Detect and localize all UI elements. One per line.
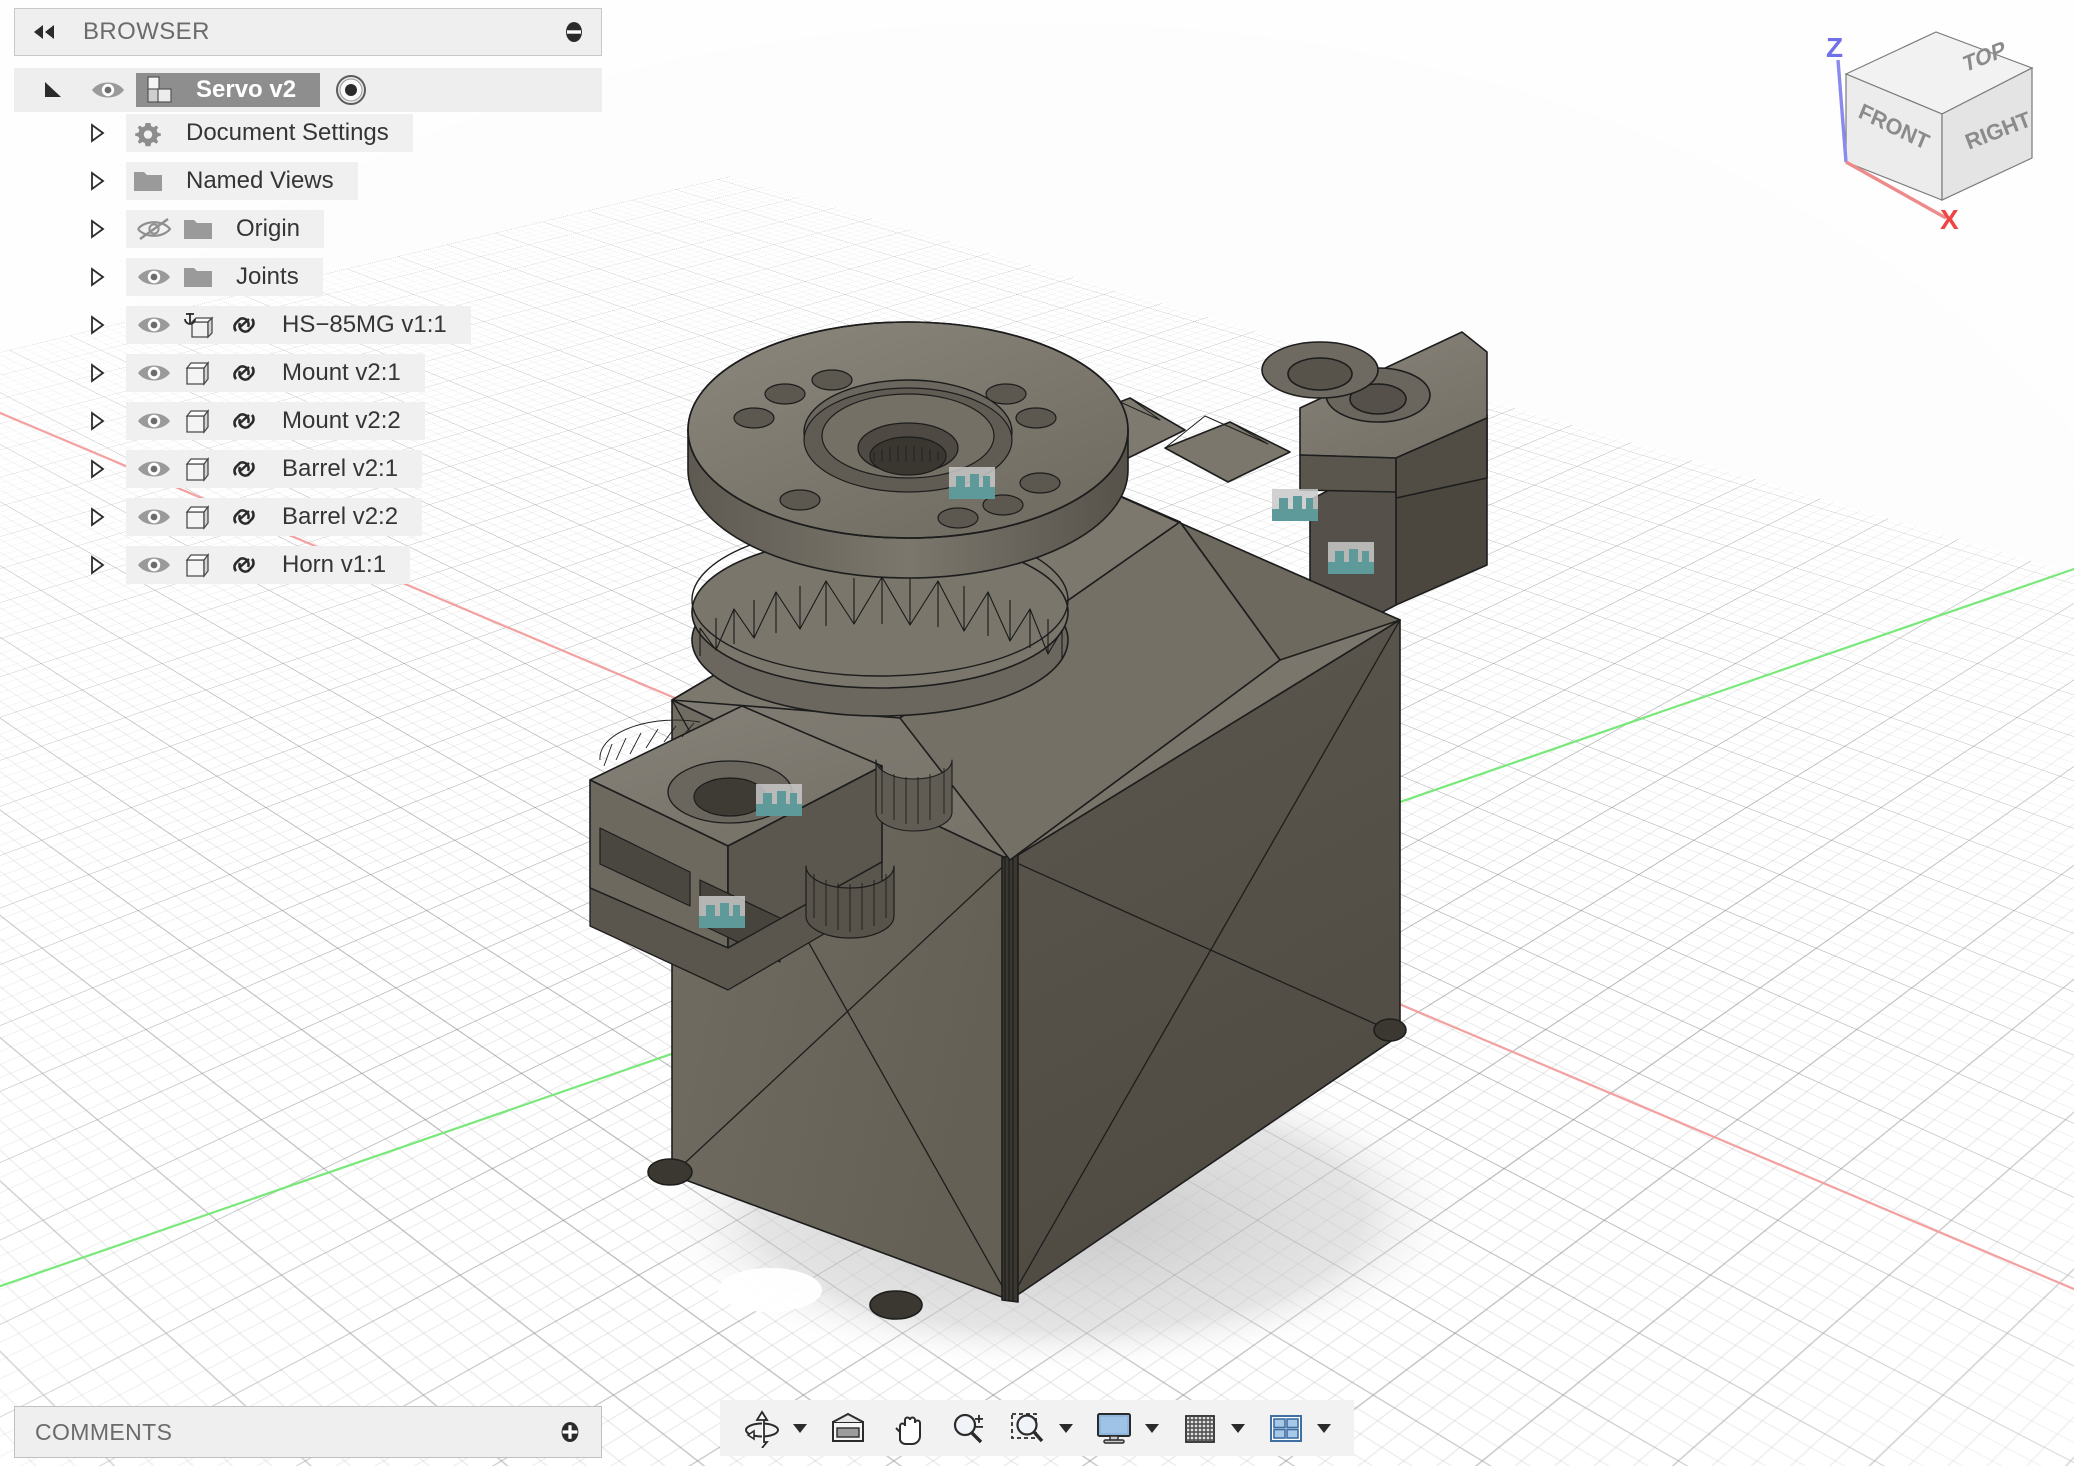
tree-item-barrel-v2-1[interactable]: Barrel v2:1 xyxy=(14,448,602,490)
component-icon xyxy=(185,409,210,434)
chevron-down-icon[interactable] xyxy=(790,1418,810,1438)
collapsed-triangle-icon[interactable] xyxy=(86,506,108,528)
assembly-icon xyxy=(147,76,172,103)
zoom-icon[interactable] xyxy=(946,1408,990,1448)
tree-item-named-views[interactable]: Named Views xyxy=(14,160,602,202)
tree-item-joints[interactable]: Joints xyxy=(14,256,602,298)
activated-radio-icon[interactable] xyxy=(334,73,368,107)
view-cube[interactable]: TOP FRONT RIGHT Z X xyxy=(1824,22,2054,237)
eye-hidden-icon[interactable] xyxy=(136,216,172,242)
eye-visible-icon[interactable] xyxy=(136,360,172,386)
display-settings-icon[interactable] xyxy=(1092,1408,1136,1448)
comments-panel[interactable]: COMMENTS xyxy=(14,1406,602,1458)
link-icon xyxy=(233,461,255,477)
link-icon xyxy=(233,557,255,573)
zoom-window-icon[interactable] xyxy=(1006,1408,1050,1448)
nav-zoom[interactable] xyxy=(940,1400,996,1456)
root-label: Servo v2 xyxy=(196,76,297,103)
tree-item-label: Barrel v2:2 xyxy=(282,503,399,530)
eye-visible-icon[interactable] xyxy=(136,552,172,578)
eye-visible-icon[interactable] xyxy=(90,77,126,103)
tree-item-label: Mount v2:1 xyxy=(282,359,401,386)
nav-pan[interactable] xyxy=(880,1400,936,1456)
tree-item-label: Named Views xyxy=(186,167,334,194)
chevron-down-icon[interactable] xyxy=(1142,1418,1162,1438)
folder-icon xyxy=(184,220,212,239)
tree-item-horn-v1-1[interactable]: Horn v1:1 xyxy=(14,544,602,586)
browser-tree[interactable]: Servo v2 Document Settings Named Views O… xyxy=(14,68,602,586)
collapsed-triangle-icon[interactable] xyxy=(86,362,108,384)
collapsed-triangle-icon[interactable] xyxy=(86,554,108,576)
eye-visible-icon[interactable] xyxy=(136,456,172,482)
chevron-down-icon[interactable] xyxy=(1228,1418,1248,1438)
collapsed-triangle-icon[interactable] xyxy=(86,218,108,240)
tree-item-label: Origin xyxy=(236,215,301,242)
tree-item-label: Barrel v2:1 xyxy=(282,455,399,482)
browser-title: BROWSER xyxy=(83,18,210,45)
eye-visible-icon[interactable] xyxy=(136,312,172,338)
link-icon xyxy=(233,413,255,429)
viewports-icon[interactable] xyxy=(1264,1408,1308,1448)
pan-icon[interactable] xyxy=(886,1408,930,1448)
tree-item-mount-v2-2[interactable]: Mount v2:2 xyxy=(14,400,602,442)
view-cube-z-axis xyxy=(1836,59,1848,163)
collapsed-triangle-icon[interactable] xyxy=(86,266,108,288)
link-icon xyxy=(233,365,255,381)
grid-snap-icon[interactable] xyxy=(1178,1408,1222,1448)
component-icon xyxy=(185,361,210,386)
gear-icon xyxy=(135,123,161,147)
collapsed-triangle-icon[interactable] xyxy=(86,314,108,336)
collapsed-triangle-icon[interactable] xyxy=(86,170,108,192)
folder-icon xyxy=(134,172,162,191)
tree-item-label: Mount v2:2 xyxy=(282,407,401,434)
eye-visible-icon[interactable] xyxy=(136,264,172,290)
double-left-arrow-icon[interactable] xyxy=(31,24,57,40)
expanded-triangle-icon[interactable] xyxy=(42,79,64,101)
folder-icon xyxy=(184,268,212,287)
nav-display-settings[interactable] xyxy=(1086,1400,1168,1456)
nav-look-at[interactable] xyxy=(820,1400,876,1456)
tree-item-mount-v2-1[interactable]: Mount v2:1 xyxy=(14,352,602,394)
nav-grid-snaps[interactable] xyxy=(1172,1400,1254,1456)
tree-item-label: Joints xyxy=(236,263,299,290)
link-icon xyxy=(233,509,255,525)
tree-item-label: Document Settings xyxy=(186,119,389,146)
view-cube-z-label: Z xyxy=(1826,32,1844,63)
tree-item-label: HS−85MG v1:1 xyxy=(282,311,447,338)
minimize-icon[interactable] xyxy=(563,21,585,43)
navigation-toolbar[interactable] xyxy=(720,1400,1354,1456)
link-icon xyxy=(233,317,255,333)
look-at-icon[interactable] xyxy=(826,1408,870,1448)
collapsed-triangle-icon[interactable] xyxy=(86,122,108,144)
component-icon xyxy=(185,553,210,578)
collapsed-triangle-icon[interactable] xyxy=(86,458,108,480)
tree-root-servo-v2[interactable]: Servo v2 xyxy=(14,68,602,112)
orbit-icon[interactable] xyxy=(740,1408,784,1448)
collapsed-triangle-icon[interactable] xyxy=(86,410,108,432)
browser-header[interactable]: BROWSER xyxy=(14,8,602,56)
component-icon xyxy=(185,457,210,482)
tree-item-document-settings[interactable]: Document Settings xyxy=(14,112,602,154)
browser-panel[interactable]: BROWSER Servo v2 Document Settings Named… xyxy=(14,8,602,592)
root-selection-chip[interactable]: Servo v2 xyxy=(136,73,321,107)
view-cube-x-label: X xyxy=(1940,204,1959,235)
tree-item-hs-85mg[interactable]: HS−85MG v1:1 xyxy=(14,304,602,346)
component-icon xyxy=(185,505,210,530)
eye-visible-icon[interactable] xyxy=(136,504,172,530)
tree-item-barrel-v2-2[interactable]: Barrel v2:2 xyxy=(14,496,602,538)
add-comment-icon[interactable] xyxy=(559,1421,581,1443)
tree-item-origin[interactable]: Origin xyxy=(14,208,602,250)
tree-item-label: Horn v1:1 xyxy=(282,551,387,578)
nav-viewports[interactable] xyxy=(1258,1400,1340,1456)
nav-fit[interactable] xyxy=(1000,1400,1082,1456)
nav-orbit[interactable] xyxy=(734,1400,816,1456)
comments-title: COMMENTS xyxy=(35,1418,173,1445)
chevron-down-icon[interactable] xyxy=(1314,1418,1334,1438)
chevron-down-icon[interactable] xyxy=(1056,1418,1076,1438)
eye-visible-icon[interactable] xyxy=(136,408,172,434)
grounded-component-icon xyxy=(184,313,214,339)
